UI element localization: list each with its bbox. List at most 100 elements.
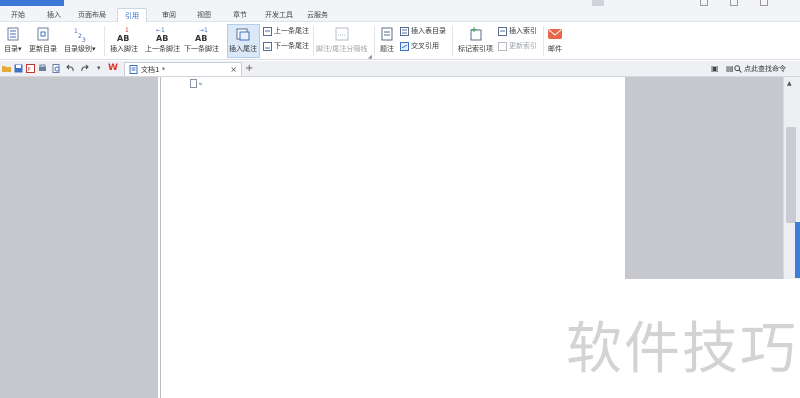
feedback-icon[interactable]: ▤	[726, 64, 734, 73]
document-tab[interactable]: 文档1 * ×	[124, 62, 242, 76]
quick-access-bar: P ▾ W ▣ ▤	[0, 61, 800, 77]
svg-text:→1: →1	[199, 27, 208, 34]
tab-view[interactable]: 视图	[197, 10, 211, 20]
tab-insert[interactable]: 插入	[47, 10, 61, 20]
watermark-text: 软件技巧	[566, 317, 798, 382]
prev-endnote-label: 上一条尾注	[274, 27, 309, 35]
print-preview-icon[interactable]	[52, 64, 61, 73]
wps-logo-icon[interactable]: W	[108, 63, 118, 73]
toc-icon	[7, 27, 19, 41]
ribbon-separator	[104, 26, 105, 56]
update-toc-button[interactable]: 更新目录	[29, 26, 57, 54]
caption-button[interactable]: 题注	[379, 26, 395, 54]
title-bar	[0, 0, 800, 7]
print-icon[interactable]	[38, 64, 47, 73]
search-icon	[734, 64, 742, 73]
footnote-separator-button[interactable]: 脚注/尾注分隔线	[316, 26, 367, 54]
svg-text:AB: AB	[117, 34, 129, 42]
workspace-margin-right	[625, 77, 783, 279]
insert-footnote-button[interactable]: 1 AB 插入脚注	[110, 26, 138, 54]
toc-button[interactable]: 目录▾	[4, 26, 22, 54]
svg-text:3: 3	[82, 37, 86, 42]
minimize-icon[interactable]	[700, 0, 708, 6]
separator-line-icon	[335, 27, 349, 41]
toc-label: 目录	[4, 45, 18, 53]
tab-cloud[interactable]: 云服务	[307, 10, 328, 20]
table-toc-icon	[400, 26, 409, 36]
scroll-up-icon[interactable]: ▲	[787, 80, 792, 87]
open-folder-icon[interactable]	[2, 64, 11, 73]
export-pdf-icon[interactable]: P	[26, 64, 35, 73]
new-tab-icon[interactable]: +	[245, 63, 253, 74]
save-icon[interactable]	[14, 64, 23, 73]
customize-toolbar-icon[interactable]: ▾	[97, 64, 101, 72]
insert-footnote-label: 插入脚注	[110, 45, 138, 53]
svg-text:←1: ←1	[156, 27, 165, 34]
close-tab-icon[interactable]: ×	[230, 65, 237, 74]
mark-index-button[interactable]: 标记索引项	[458, 26, 493, 54]
svg-text:1: 1	[125, 27, 129, 34]
toc-level-button[interactable]: 123 目录级别▾	[64, 26, 96, 54]
document-icon	[129, 65, 138, 74]
document-page[interactable]	[160, 77, 625, 398]
endnote-icon	[236, 28, 250, 41]
next-endnote-label: 下一条尾注	[274, 42, 309, 50]
mail-button[interactable]: 邮件	[547, 26, 563, 54]
insert-endnote-button[interactable]: 插入尾注	[229, 26, 257, 54]
ribbon-separator	[543, 26, 544, 56]
toc-level-label: 目录级别	[64, 45, 92, 53]
next-footnote-button[interactable]: →1 AB 下一条脚注	[184, 26, 219, 54]
insert-table-toc-button[interactable]: 插入表目录	[400, 26, 446, 36]
insert-endnote-label: 插入尾注	[229, 45, 257, 53]
cross-reference-icon	[400, 41, 409, 51]
skin-icon[interactable]: ▣	[711, 64, 719, 73]
cross-reference-label: 交叉引用	[411, 42, 439, 50]
ribbon: 目录▾ 更新目录 123 目录级别▾ 1 AB 插入脚注 ←1 AB 上一条脚注…	[0, 22, 800, 60]
separator-label: 脚注/尾注分隔线	[316, 45, 368, 53]
prev-footnote-button[interactable]: ←1 AB 上一条脚注	[145, 26, 180, 54]
update-index-icon	[498, 41, 507, 51]
maximize-icon[interactable]	[730, 0, 738, 6]
caption-icon	[381, 27, 393, 41]
svg-text:AB: AB	[156, 34, 168, 42]
tab-developer[interactable]: 开发工具	[265, 10, 293, 20]
caption-label: 题注	[380, 45, 394, 53]
next-endnote-icon	[263, 41, 272, 51]
tab-chapter[interactable]: 章节	[233, 10, 247, 20]
footnote-icon: 1 AB	[117, 27, 129, 42]
undo-icon[interactable]	[66, 64, 75, 73]
update-index-label: 更新索引	[509, 42, 537, 50]
insert-index-icon	[498, 26, 507, 36]
close-window-icon[interactable]	[760, 0, 768, 6]
mail-label: 邮件	[548, 45, 562, 53]
find-command-box[interactable]: 点此查找命令	[734, 63, 798, 74]
insert-index-label: 插入索引	[509, 27, 537, 35]
insert-index-button[interactable]: 插入索引	[498, 26, 537, 36]
ribbon-separator	[374, 26, 375, 56]
svg-text:P: P	[28, 67, 31, 73]
app-title-block[interactable]	[0, 0, 64, 6]
tab-review[interactable]: 审阅	[162, 10, 176, 20]
redo-icon[interactable]	[80, 64, 89, 73]
prev-endnote-icon	[263, 26, 272, 36]
paste-options-icon[interactable]	[190, 79, 202, 88]
prev-footnote-label: 上一条脚注	[145, 45, 180, 53]
prev-endnote-button[interactable]: 上一条尾注	[263, 26, 309, 36]
tab-page-layout[interactable]: 页面布局	[78, 10, 106, 20]
ribbon-separator	[452, 26, 453, 56]
scrollbar-thumb[interactable]	[786, 127, 796, 223]
next-endnote-button[interactable]: 下一条尾注	[263, 41, 309, 51]
cross-reference-button[interactable]: 交叉引用	[400, 41, 439, 51]
workspace-margin-left	[0, 77, 158, 398]
ribbon-separator	[313, 26, 314, 56]
update-toc-label: 更新目录	[29, 45, 57, 53]
side-panel-toggle[interactable]	[795, 222, 800, 278]
dialog-launcher-icon[interactable]: ◢	[368, 54, 372, 60]
next-footnote-label: 下一条脚注	[184, 45, 219, 53]
account-icon[interactable]	[592, 0, 604, 6]
tab-home[interactable]: 开始	[11, 10, 25, 20]
mail-icon	[548, 29, 562, 39]
mark-index-icon	[470, 27, 481, 41]
update-index-button[interactable]: 更新索引	[498, 41, 537, 51]
svg-text:AB: AB	[195, 34, 207, 42]
